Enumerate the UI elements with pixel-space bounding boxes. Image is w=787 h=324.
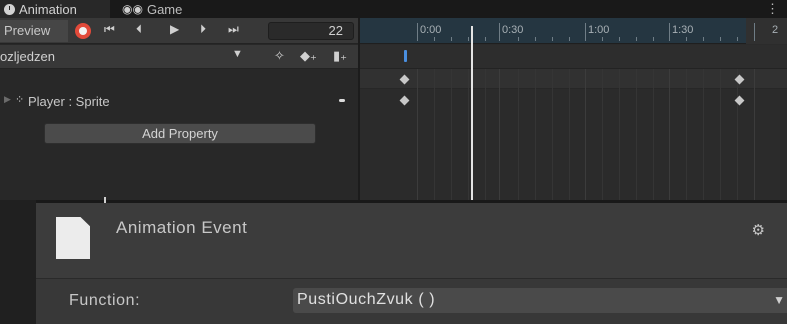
grid-line <box>737 69 738 200</box>
ruler-tick <box>417 23 418 41</box>
first-keyframe-icon[interactable]: ⏮ <box>104 22 115 37</box>
dopesheet-timeline[interactable]: 0:00 0:30 1:00 1:30 2 <box>360 18 787 200</box>
clip-toolbar: ozljedzen ▼ ✧ ◆₊ ▮₊ <box>0 45 358 69</box>
animation-property-panel: Preview ⏮ ⏴ ▶ ⏵ ⏭ 22 ozljedzen ▼ ✧ ◆₊ ▮₊… <box>0 18 358 200</box>
grid-line <box>669 69 670 200</box>
summary-row[interactable] <box>360 69 787 89</box>
inspector-body: Function: PustiOuchZvuk ( ) ▼ <box>36 279 787 324</box>
tab-game[interactable]: ◉◉ Game <box>118 0 182 18</box>
gamepad-icon: ◉◉ <box>122 2 143 16</box>
ruler-tick <box>754 23 755 41</box>
grid-line <box>653 69 654 200</box>
ruler-outside-range <box>746 18 787 44</box>
grid-line <box>451 69 452 200</box>
function-value: PustiOuchZvuk ( ) <box>297 291 436 308</box>
grid-line <box>686 69 687 200</box>
ruler-tick <box>703 37 704 41</box>
inspector-title: Animation Event <box>116 218 248 237</box>
play-icon[interactable]: ▶ <box>170 22 179 36</box>
frame-field[interactable]: 22 <box>268 22 354 40</box>
next-keyframe-icon[interactable]: ⏵ <box>200 22 206 37</box>
inspector-header: Animation Event ⚙ <box>36 203 787 278</box>
ruler-label: 1:30 <box>672 24 694 36</box>
sprite-keyframe[interactable] <box>399 95 410 106</box>
grid-line <box>585 69 586 200</box>
grid-line <box>468 69 469 200</box>
record-icon[interactable] <box>75 23 91 39</box>
clip-selector[interactable]: ozljedzen <box>0 49 55 64</box>
grid-line <box>535 69 536 200</box>
ruler-tick <box>619 37 620 41</box>
ruler-tick <box>585 23 586 41</box>
grid-line <box>602 69 603 200</box>
grid-line <box>720 69 721 200</box>
inspector-gutter <box>0 200 36 324</box>
grid-line <box>417 69 418 200</box>
property-label: Player : Sprite <box>28 94 110 109</box>
sprite-icon: ⁘ <box>15 94 25 106</box>
settings-sliders-icon[interactable]: ⚙ <box>752 221 765 239</box>
ruler-tick <box>686 37 687 41</box>
clock-icon <box>4 3 15 15</box>
tab-game-label: Game <box>146 1 183 17</box>
tab-animation-label: Animation <box>19 1 77 17</box>
ruler-label: 0:30 <box>502 24 524 36</box>
playback-toolbar: Preview ⏮ ⏴ ▶ ⏵ ⏭ 22 <box>0 18 358 44</box>
grid-line <box>552 69 553 200</box>
add-keyframe-icon[interactable]: ◆₊ <box>300 48 317 64</box>
ruler-label: 1:00 <box>588 24 610 36</box>
event-row[interactable] <box>360 45 787 69</box>
window-menu-icon[interactable]: ⋮ <box>766 1 779 17</box>
document-icon <box>56 217 90 259</box>
grid-line <box>619 69 620 200</box>
ruler-tick <box>636 37 637 41</box>
grid-line <box>569 69 570 200</box>
ruler-tick <box>468 37 469 41</box>
grid-line <box>499 69 500 200</box>
preview-button[interactable]: Preview <box>0 20 68 42</box>
ruler-tick <box>569 37 570 41</box>
function-dropdown[interactable]: PustiOuchZvuk ( ) ▼ <box>293 288 787 313</box>
grid-line <box>636 69 637 200</box>
ruler-tick <box>720 37 721 41</box>
property-options-icon[interactable] <box>339 99 345 102</box>
chevron-down-icon[interactable]: ▼ <box>773 293 785 307</box>
grid-line <box>518 69 519 200</box>
chevron-down-icon[interactable]: ▼ <box>232 48 243 60</box>
grid-line <box>485 69 486 200</box>
ruler-tick <box>518 37 519 41</box>
ruler-tick <box>552 37 553 41</box>
foldout-arrow-icon[interactable]: ▶ <box>4 94 11 105</box>
time-ruler[interactable]: 0:00 0:30 1:00 1:30 2 <box>360 18 787 44</box>
tab-animation[interactable]: Animation <box>0 0 110 18</box>
previous-keyframe-icon[interactable]: ⏴ <box>136 22 142 37</box>
function-label: Function: <box>69 292 141 309</box>
ruler-tick <box>653 37 654 41</box>
ruler-tick <box>434 37 435 41</box>
ruler-tick <box>485 37 486 41</box>
ruler-tick <box>602 37 603 41</box>
ruler-tick <box>669 23 670 41</box>
playhead[interactable] <box>471 26 473 200</box>
property-row[interactable]: ▶ ⁘ Player : Sprite <box>0 91 358 111</box>
animation-event-marker[interactable] <box>404 50 407 62</box>
ruler-tick <box>535 37 536 41</box>
add-event-icon[interactable]: ▮₊ <box>333 48 347 64</box>
last-keyframe-icon[interactable]: ⏭ <box>228 22 239 37</box>
ruler-tick <box>451 37 452 41</box>
add-property-button[interactable]: Add Property <box>44 123 316 144</box>
filter-keys-icon[interactable]: ✧ <box>274 48 285 64</box>
ruler-tick <box>737 37 738 41</box>
ruler-tick <box>499 23 500 41</box>
grid-line <box>703 69 704 200</box>
ruler-label: 0:00 <box>420 24 442 36</box>
grid-line <box>434 69 435 200</box>
tab-bar: Animation ◉◉ Game ⋮ <box>0 0 787 18</box>
ruler-label: 2 <box>772 24 779 36</box>
grid-line <box>754 69 755 200</box>
